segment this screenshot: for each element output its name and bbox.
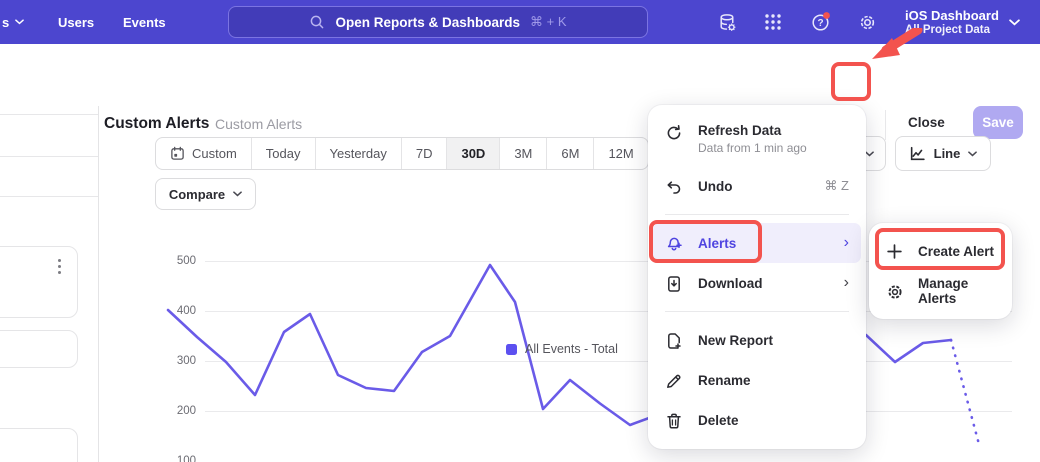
global-search-input[interactable]: Open Reports & Dashboards ⌘ + K (228, 6, 648, 38)
help-icon[interactable]: ? (802, 0, 840, 44)
bell-plus-icon (665, 234, 684, 253)
gear-icon (886, 282, 905, 301)
date-range-control: Custom Today Yesterday 7D 30D 3M 6M 12M (155, 137, 649, 170)
project-switcher[interactable]: iOS Dashboard All Project Data (905, 0, 1020, 44)
submenu-caret-icon: › (844, 275, 849, 291)
menu-item-sublabel: Data from 1 min ago (698, 141, 849, 155)
gear-icon[interactable] (848, 0, 886, 44)
nav-item-events[interactable]: Events (123, 0, 166, 44)
search-placeholder: Open Reports & Dashboards (335, 15, 520, 30)
menu-item-label: New Report (698, 333, 849, 348)
chevron-down-icon (1009, 19, 1020, 26)
refresh-icon (665, 123, 684, 142)
new-report-icon (665, 331, 684, 350)
search-icon (309, 14, 325, 30)
menu-item-new-report[interactable]: New Report (653, 320, 861, 360)
calendar-icon (170, 146, 185, 161)
chart-legend[interactable]: All Events - Total (506, 342, 618, 356)
date-range-6m[interactable]: 6M (547, 138, 594, 169)
chevron-down-icon (968, 151, 977, 157)
menu-item-undo[interactable]: Undo ⌘ Z (653, 166, 861, 206)
nav-item-users[interactable]: Users (58, 0, 94, 44)
top-navigation-bar: s Users Events Open Reports & Dashboards… (0, 0, 1040, 44)
menu-separator (665, 311, 849, 312)
menu-item-alerts[interactable]: Alerts › (653, 223, 861, 263)
line-chart-icon (909, 145, 926, 162)
date-range-30d[interactable]: 30D (447, 138, 500, 169)
chevron-down-icon (865, 151, 874, 157)
menu-item-delete[interactable]: Delete (653, 400, 861, 440)
date-range-7d[interactable]: 7D (402, 138, 448, 169)
menu-item-label: Delete (698, 413, 849, 428)
alerts-submenu: Create Alert Manage Alerts (869, 223, 1012, 319)
trash-icon (665, 411, 684, 430)
report-header: Custom Alerts Custom Alerts GV Duplicate… (0, 44, 1040, 106)
date-range-today[interactable]: Today (252, 138, 316, 169)
menu-item-label: Refresh Data (698, 123, 849, 138)
date-range-yesterday[interactable]: Yesterday (316, 138, 402, 169)
search-shortcut: ⌘ + K (530, 14, 567, 30)
date-range-12m[interactable]: 12M (594, 138, 647, 169)
chart-type-button[interactable]: Line (895, 136, 991, 171)
chevron-down-icon (15, 19, 24, 25)
menu-item-label: Manage Alerts (918, 276, 995, 306)
project-subtitle: All Project Data (905, 23, 999, 37)
menu-item-download[interactable]: Download › (653, 263, 861, 303)
menu-item-label: Rename (698, 373, 849, 388)
menu-item-refresh-data[interactable]: Refresh Data Data from 1 min ago (653, 114, 861, 166)
menu-separator (665, 214, 849, 215)
data-management-icon[interactable] (708, 0, 746, 44)
submenu-item-manage-alerts[interactable]: Manage Alerts (874, 271, 1007, 311)
apps-grid-icon[interactable] (754, 0, 792, 44)
nav-item-truncated[interactable]: s (2, 0, 24, 44)
legend-swatch (506, 344, 517, 355)
menu-item-shortcut: ⌘ Z (824, 178, 849, 194)
menu-item-label: Download (698, 276, 830, 291)
project-name: iOS Dashboard (905, 8, 999, 23)
date-range-3m[interactable]: 3M (500, 138, 547, 169)
undo-icon (665, 177, 684, 196)
app-window: s Users Events Open Reports & Dashboards… (0, 0, 1040, 462)
svg-text:?: ? (817, 18, 823, 29)
nav-truncated-label: s (2, 15, 9, 30)
menu-item-rename[interactable]: Rename (653, 360, 861, 400)
context-menu: Refresh Data Data from 1 min ago Undo ⌘ … (648, 105, 866, 449)
menu-item-label: Create Alert (918, 244, 995, 259)
plus-icon (886, 242, 905, 260)
submenu-caret-icon: › (844, 235, 849, 251)
menu-item-label: Undo (698, 179, 810, 194)
pencil-icon (665, 371, 684, 390)
menu-item-label: Alerts (698, 236, 830, 251)
compare-button[interactable]: Compare (155, 178, 256, 210)
download-file-icon (665, 274, 684, 293)
date-range-custom[interactable]: Custom (156, 138, 252, 169)
legend-label: All Events - Total (525, 342, 618, 356)
submenu-item-create-alert[interactable]: Create Alert (874, 231, 1007, 271)
chevron-down-icon (233, 191, 242, 197)
